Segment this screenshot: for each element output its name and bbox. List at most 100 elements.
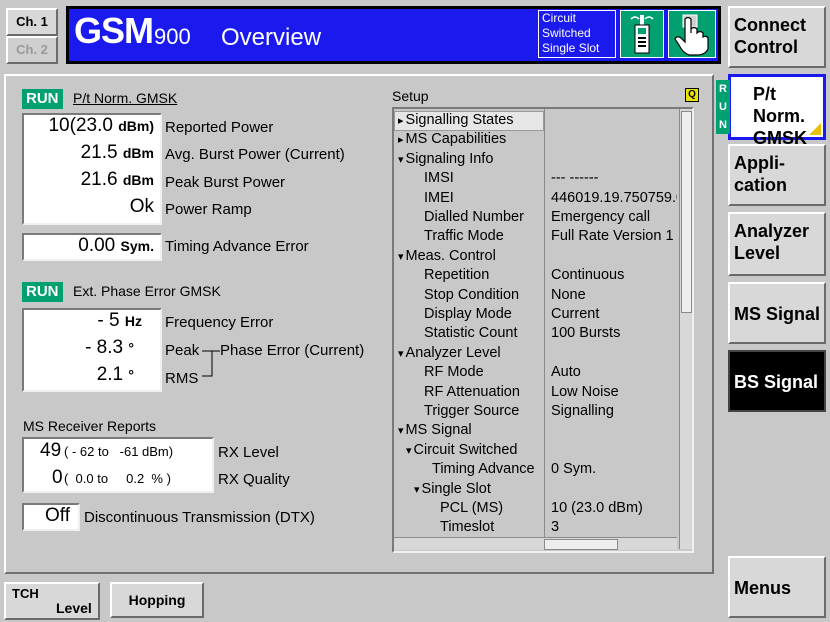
analyzer-label-1: Analyzer: [734, 221, 810, 241]
horizontal-scroll-thumb[interactable]: [544, 539, 618, 550]
phase-error-rms-unit: °: [128, 367, 134, 383]
setup-row-value[interactable]: 3: [551, 518, 677, 537]
peak-burst-power-value: 21.6 dBm: [24, 169, 160, 195]
reported-power-number: 10(23.0: [48, 115, 113, 136]
setup-row-value[interactable]: 0 Sym.: [551, 460, 677, 479]
setup-row-value[interactable]: --- ------: [551, 169, 677, 188]
setup-row-value[interactable]: Low Noise: [551, 383, 677, 402]
expand-arrow-icon[interactable]: ▸: [398, 115, 404, 127]
power-run-badge: RUN: [22, 89, 63, 109]
rx-quality-value: 0 ( 0.0 to 0.2 % ): [24, 466, 212, 491]
peak-burst-power-number: 21.6: [80, 169, 118, 190]
tree-column-divider: [544, 109, 545, 539]
dtx-value: Off: [22, 503, 80, 531]
setup-row[interactable]: ▾ Meas. Control: [398, 247, 496, 266]
setup-row-value[interactable]: Signalling: [551, 402, 677, 421]
setup-row-name: PCL (MS): [440, 500, 504, 516]
reported-power-value: 10(23.0 dBm): [24, 115, 160, 141]
setup-row[interactable]: Stop Condition: [424, 286, 519, 305]
setup-row-name: Signalling States: [405, 112, 514, 128]
expand-arrow-icon[interactable]: ▸: [398, 134, 404, 146]
phase-run-badge: RUN: [22, 282, 63, 302]
setup-row-value[interactable]: None: [551, 286, 677, 305]
setup-row[interactable]: RF Attenuation: [424, 383, 520, 402]
setup-row-name: Display Mode: [424, 306, 512, 322]
setup-row-value[interactable]: Emergency call: [551, 208, 677, 227]
application-button[interactable]: Appli- cation: [728, 144, 826, 206]
phase-error-label: Phase Error (Current): [220, 342, 365, 359]
setup-quick-icon[interactable]: Q: [685, 88, 699, 102]
power-ramp-label: Power Ramp: [165, 201, 252, 218]
reported-power-label: Reported Power: [165, 119, 274, 136]
analyzer-label-2: Level: [734, 243, 781, 263]
setup-row[interactable]: Dialled Number: [424, 208, 524, 227]
setup-row-value[interactable]: Auto: [551, 363, 677, 382]
setup-row[interactable]: Repetition: [424, 266, 489, 285]
rms-label: RMS: [165, 370, 199, 387]
run-r: R: [719, 83, 727, 95]
mode-line-3: Single Slot: [542, 41, 600, 55]
bs-signal-button[interactable]: BS Signal: [728, 350, 826, 412]
pt-norm-gmsk-button[interactable]: P/t Norm. GMSK: [728, 74, 826, 148]
setup-row[interactable]: Statistic Count: [424, 324, 518, 343]
tch-level-button[interactable]: TCH Level: [4, 582, 100, 620]
setup-row[interactable]: ▾ Analyzer Level: [398, 344, 501, 363]
menus-button[interactable]: Menus: [728, 556, 826, 618]
timing-advance-error-number: 0.00: [78, 235, 116, 256]
timing-advance-error-unit: Sym.: [120, 238, 154, 254]
avg-burst-power-value: 21.5 dBm: [24, 142, 160, 168]
collapse-arrow-icon[interactable]: ▾: [414, 484, 420, 496]
setup-row[interactable]: Display Mode: [424, 305, 512, 324]
dtx-label: Discontinuous Transmission (DTX): [84, 509, 315, 526]
frequency-error-label: Frequency Error: [165, 314, 274, 331]
avg-burst-power-label: Avg. Burst Power (Current): [165, 146, 345, 163]
rx-quality-number: 0: [52, 467, 63, 488]
setup-row-value[interactable]: 446019.19.750759.0: [551, 189, 677, 208]
power-measurement-title[interactable]: P/t Norm. GMSK: [73, 90, 177, 106]
setup-row-value[interactable]: Full Rate Version 1: [551, 227, 677, 246]
collapse-arrow-icon[interactable]: ▾: [398, 425, 404, 437]
setup-row[interactable]: ▸ Signalling States: [398, 111, 514, 130]
setup-row-value[interactable]: Current: [551, 305, 677, 324]
collapse-arrow-icon[interactable]: ▾: [398, 154, 404, 166]
setup-row[interactable]: IMSI: [424, 169, 454, 188]
setup-row[interactable]: ▾ MS Signal: [398, 421, 472, 440]
hopping-button[interactable]: Hopping: [110, 582, 204, 618]
setup-row[interactable]: PCL (MS): [440, 499, 503, 518]
setup-tree[interactable]: ▸ Signalling States ▸ MS Capabilities ▾ Signa…: [392, 107, 694, 553]
run-u: U: [719, 101, 727, 113]
setup-row[interactable]: IMEI: [424, 189, 454, 208]
setup-row[interactable]: Trigger Source: [424, 402, 519, 421]
rx-level-value: 49 ( - 62 to -61 dBm): [24, 439, 212, 465]
analyzer-level-button[interactable]: Analyzer Level: [728, 212, 826, 276]
channel-2-button[interactable]: Ch. 2: [6, 36, 58, 64]
horizontal-scrollbar[interactable]: [394, 537, 677, 550]
mode-line-2: Switched: [542, 26, 591, 40]
setup-row[interactable]: ▾ Signaling Info: [398, 150, 493, 169]
setup-row-name: Dialled Number: [424, 209, 524, 225]
setup-row-name: MS Capabilities: [405, 131, 507, 148]
setup-row[interactable]: Timing Advance: [432, 460, 535, 479]
channel-1-button[interactable]: Ch. 1: [6, 8, 58, 36]
connect-control-button[interactable]: Connect Control: [728, 6, 826, 68]
setup-row[interactable]: Traffic Mode: [424, 227, 504, 246]
setup-row[interactable]: ▾ Circuit Switched: [406, 441, 517, 460]
setup-row-value[interactable]: Continuous: [551, 266, 677, 285]
band-label: 900: [154, 24, 191, 49]
peak-burst-power-label: Peak Burst Power: [165, 174, 286, 191]
setup-row-value[interactable]: 100 Bursts: [551, 324, 677, 343]
rx-level-number: 49: [40, 440, 62, 461]
setup-row-name: Timeslot: [440, 519, 495, 536]
setup-row[interactable]: ▸ MS Capabilities: [398, 130, 506, 149]
collapse-arrow-icon[interactable]: ▾: [406, 445, 412, 457]
setup-row[interactable]: ▾ Single Slot: [414, 480, 491, 499]
collapse-arrow-icon[interactable]: ▾: [398, 251, 404, 263]
ms-signal-button[interactable]: MS Signal: [728, 282, 826, 344]
setup-row[interactable]: RF Mode: [424, 363, 484, 382]
rx-quality-range: ( 0.0 to 0.2 % ): [64, 471, 171, 486]
vertical-scroll-thumb[interactable]: [681, 111, 692, 313]
setup-row-name: Signaling Info: [405, 150, 494, 167]
setup-row-value[interactable]: 10 (23.0 dBm): [551, 499, 677, 518]
collapse-arrow-icon[interactable]: ▾: [398, 348, 404, 360]
setup-row[interactable]: Timeslot: [440, 518, 494, 537]
